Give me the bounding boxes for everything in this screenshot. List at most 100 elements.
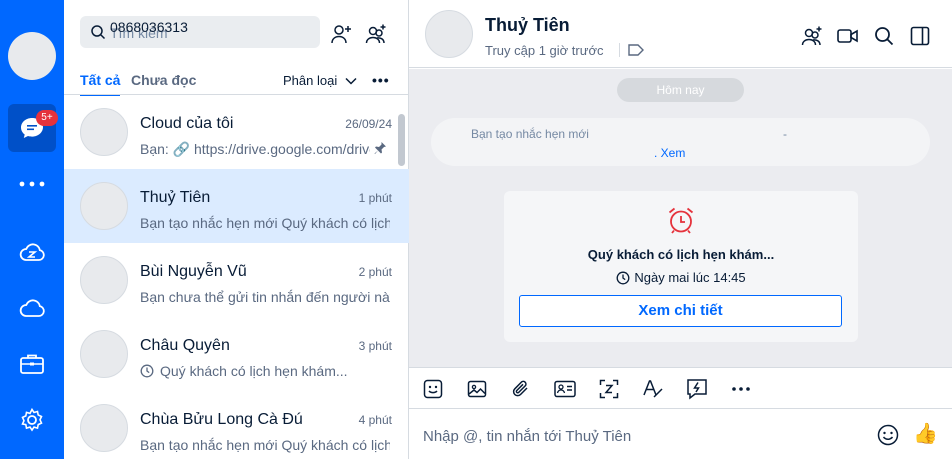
left-rail: 5+ (0, 0, 64, 459)
chat-header: Thuỷ Tiên Truy cập 1 giờ trước (409, 0, 952, 68)
contact-status: Truy cập 1 giờ trước (485, 43, 604, 58)
date-separator: Hôm nay (617, 78, 744, 102)
avatar (80, 256, 128, 304)
conversation-time: 26/09/24 (345, 117, 392, 131)
conversation-preview: Bạn chưa thể gửi tin nhắn đến người này (140, 289, 390, 305)
system-message: Bạn tạo nhắc hẹn mới - . Xem (431, 118, 930, 166)
conversation-name: Cloud của tôi (140, 115, 234, 132)
conversation-item[interactable]: Cloud của tôi 26/09/24 Bạn: 🔗 https://dr… (64, 95, 409, 169)
flash-message-icon (687, 379, 707, 400)
search-input[interactable]: Tìm kiếm 0868036313 (80, 16, 320, 48)
toggle-sidebar-button[interactable] (908, 24, 932, 48)
clock-icon (616, 271, 630, 284)
format-text-button[interactable] (641, 377, 665, 401)
zcloud-nav-button[interactable] (8, 228, 56, 276)
settings-nav-button[interactable] (8, 396, 56, 444)
add-user-icon (331, 25, 351, 44)
screenshot-icon (599, 379, 619, 399)
add-group-icon (365, 24, 386, 44)
messages-nav-button[interactable]: 5+ (8, 104, 58, 152)
conversation-item[interactable]: Bùi Nguyễn Vũ 2 phút Bạn chưa thể gửi ti… (64, 243, 409, 317)
image-button[interactable] (465, 377, 489, 401)
image-icon (467, 380, 487, 398)
view-details-button[interactable]: Xem chi tiết (519, 295, 842, 327)
search-icon (91, 25, 106, 40)
contact-avatar[interactable] (425, 10, 473, 58)
paperclip-icon (512, 380, 528, 397)
conversation-name: Bùi Nguyễn Vũ (140, 263, 247, 280)
chat-window: Thuỷ Tiên Truy cập 1 giờ trước Hôm nay B… (409, 0, 952, 459)
clock-icon (140, 364, 154, 378)
search-value: 0868036313 (110, 19, 188, 35)
user-avatar[interactable] (8, 32, 56, 80)
add-friend-button[interactable] (329, 22, 353, 46)
video-camera-icon (837, 29, 858, 43)
list-more-button[interactable]: ••• (372, 72, 390, 88)
tab-all[interactable]: Tất cả (80, 72, 121, 96)
attach-file-button[interactable] (509, 377, 533, 401)
more-tools-button[interactable] (729, 377, 753, 401)
search-icon (875, 27, 894, 46)
message-area: Hôm nay Bạn tạo nhắc hẹn mới - . Xem Quý… (409, 69, 952, 367)
conversation-preview: Bạn: 🔗 https://drive.google.com/drive/fo… (140, 141, 370, 157)
contact-card-button[interactable] (553, 377, 577, 401)
pin-icon (374, 142, 386, 154)
sticker-button[interactable] (421, 377, 445, 401)
briefcase-icon (20, 354, 44, 374)
divider (619, 43, 620, 57)
message-input[interactable]: Nhập @, tin nhắn tới Thuỷ Tiên 👍 (409, 409, 952, 459)
conversation-list: Cloud của tôi 26/09/24 Bạn: 🔗 https://dr… (64, 95, 409, 459)
cloud-nav-button[interactable] (8, 284, 56, 332)
view-reminder-link[interactable]: . Xem (654, 146, 685, 160)
sidebar-icon (910, 26, 930, 46)
contact-card-icon (554, 380, 576, 398)
more-dots-icon (19, 181, 45, 187)
reminder-time: Ngày mai lúc 14:45 (504, 270, 858, 285)
conversation-time: 2 phút (358, 265, 392, 279)
composer-toolbar (409, 367, 952, 409)
conversation-item[interactable]: Châu Quyên 3 phút Quý khách có lịch hẹn … (64, 317, 409, 391)
toolbox-nav-button[interactable] (8, 340, 56, 388)
conversation-time: 3 phút (358, 339, 392, 353)
more-dots-icon (732, 387, 750, 391)
reminder-title: Quý khách có lịch hẹn khám... (587, 247, 775, 262)
conversation-preview: Bạn tạo nhắc hẹn mới Quý khách có lịch h… (140, 437, 390, 453)
create-group-button[interactable] (364, 22, 388, 46)
text-format-icon (643, 380, 663, 398)
emoji-icon[interactable] (877, 424, 899, 446)
quick-message-button[interactable] (685, 377, 709, 401)
avatar (80, 404, 128, 452)
add-member-button[interactable] (800, 24, 824, 48)
tab-unread[interactable]: Chưa đọc (131, 72, 196, 88)
conversation-time: 1 phút (358, 191, 392, 205)
quick-like-button[interactable]: 👍 (913, 421, 938, 446)
add-group-icon (801, 26, 822, 46)
conversation-name: Thuỷ Tiên (140, 189, 211, 206)
classify-label: Phân loại (283, 73, 338, 88)
conversation-item[interactable]: Chùa Bửu Long Cà Đú 4 phút Bạn tạo nhắc … (64, 391, 409, 459)
classify-dropdown[interactable]: Phân loại (283, 73, 357, 88)
video-call-button[interactable] (836, 24, 860, 48)
avatar (80, 182, 128, 230)
conversation-name: Châu Quyên (140, 337, 230, 354)
sticker-icon (423, 379, 443, 399)
screenshot-button[interactable] (597, 377, 621, 401)
alarm-clock-icon (668, 207, 694, 234)
conversation-panel: Tìm kiếm 0868036313 Tất cả Chưa đọc Phân… (64, 0, 409, 459)
conversation-preview: Quý khách có lịch hẹn khám... (140, 363, 390, 379)
conversation-item-selected[interactable]: Thuỷ Tiên 1 phút Bạn tạo nhắc hẹn mới Qu… (64, 169, 409, 243)
tag-icon[interactable] (627, 43, 645, 57)
list-scrollbar[interactable] (398, 114, 405, 166)
chevron-down-icon (345, 77, 357, 85)
more-nav-button[interactable] (8, 160, 56, 208)
reminder-time-text: Ngày mai lúc 14:45 (634, 270, 746, 285)
unread-badge: 5+ (36, 110, 58, 126)
conversation-preview: Bạn tạo nhắc hẹn mới Quý khách có lịch h… (140, 215, 390, 231)
system-message-text: Bạn tạo nhắc hẹn mới (471, 127, 589, 141)
gear-icon (21, 407, 43, 432)
zcloud-icon (19, 243, 45, 261)
search-messages-button[interactable] (872, 24, 896, 48)
system-message-dash: - (783, 127, 787, 141)
filter-tabs: Tất cả Chưa đọc Phân loại ••• (80, 72, 393, 96)
contact-name[interactable]: Thuỷ Tiên (485, 15, 570, 36)
